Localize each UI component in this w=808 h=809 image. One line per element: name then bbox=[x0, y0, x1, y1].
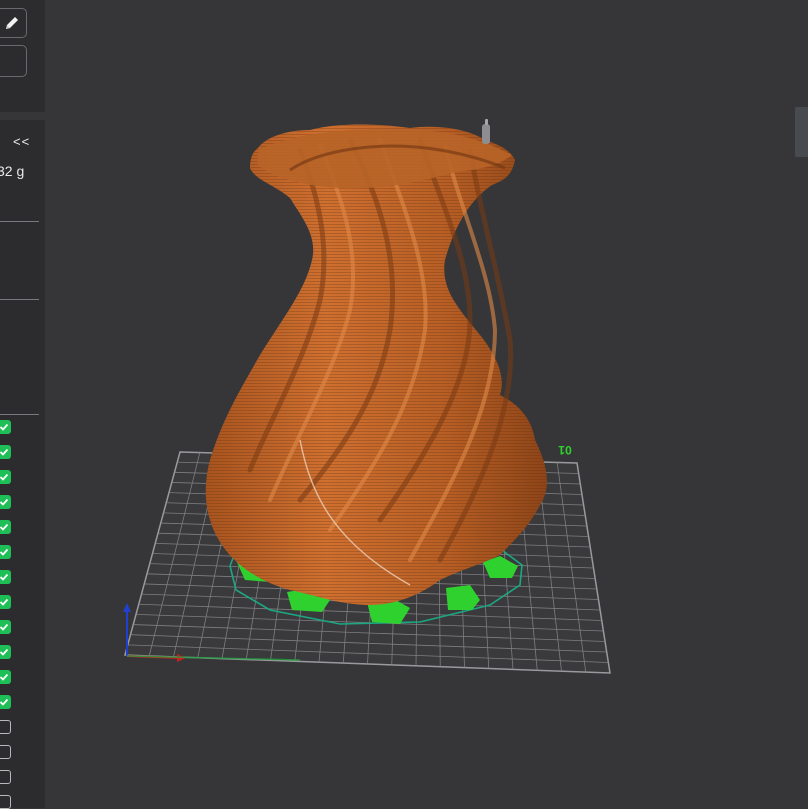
filament-weight-text: 32 g bbox=[0, 163, 25, 179]
checkmark-icon bbox=[0, 473, 9, 481]
divider bbox=[0, 221, 39, 222]
visibility-checkbox[interactable] bbox=[0, 545, 11, 559]
checkmark-icon bbox=[0, 498, 9, 506]
vase-model[interactable] bbox=[205, 124, 547, 606]
checkmark-icon bbox=[0, 598, 9, 606]
visibility-checkbox[interactable] bbox=[0, 720, 11, 734]
visibility-checkbox[interactable] bbox=[0, 745, 11, 759]
visibility-checkbox[interactable] bbox=[0, 595, 11, 609]
visibility-checkbox[interactable] bbox=[0, 495, 11, 509]
visibility-checkbox[interactable] bbox=[0, 420, 11, 434]
visibility-checkbox[interactable] bbox=[0, 470, 11, 484]
visibility-checkbox[interactable] bbox=[0, 770, 11, 784]
checkmark-icon bbox=[0, 523, 9, 531]
visibility-checkbox[interactable] bbox=[0, 620, 11, 634]
checkmark-icon bbox=[0, 648, 9, 656]
plate-number-label: 01 bbox=[558, 443, 572, 457]
right-panel-scroll-handle[interactable] bbox=[795, 107, 808, 157]
visibility-checkbox[interactable] bbox=[0, 695, 11, 709]
3d-viewport[interactable]: 01 bbox=[0, 0, 808, 808]
edit-button[interactable] bbox=[0, 8, 27, 38]
checkmark-icon bbox=[0, 448, 9, 456]
tool-button[interactable] bbox=[0, 45, 27, 77]
checkmark-icon bbox=[0, 548, 9, 556]
top-tools-panel bbox=[0, 0, 45, 112]
checkmark-icon bbox=[0, 698, 9, 706]
visibility-checkbox[interactable] bbox=[0, 570, 11, 584]
divider bbox=[0, 299, 39, 300]
checkmark-icon bbox=[0, 623, 9, 631]
divider bbox=[0, 414, 39, 415]
double-chevron-left-icon: << bbox=[13, 134, 31, 149]
checkmark-icon bbox=[0, 423, 9, 431]
visibility-checkbox[interactable] bbox=[0, 795, 11, 809]
object-marker-pin[interactable] bbox=[482, 119, 490, 144]
collapse-panel-button[interactable]: << bbox=[13, 134, 30, 149]
visibility-checkbox[interactable] bbox=[0, 445, 11, 459]
checkmark-icon bbox=[0, 573, 9, 581]
visibility-checkbox[interactable] bbox=[0, 520, 11, 534]
visibility-checkbox[interactable] bbox=[0, 670, 11, 684]
pencil-icon bbox=[6, 17, 18, 29]
slice-info-panel: << 32 g bbox=[0, 120, 45, 809]
checkmark-icon bbox=[0, 673, 9, 681]
visibility-checkbox[interactable] bbox=[0, 645, 11, 659]
